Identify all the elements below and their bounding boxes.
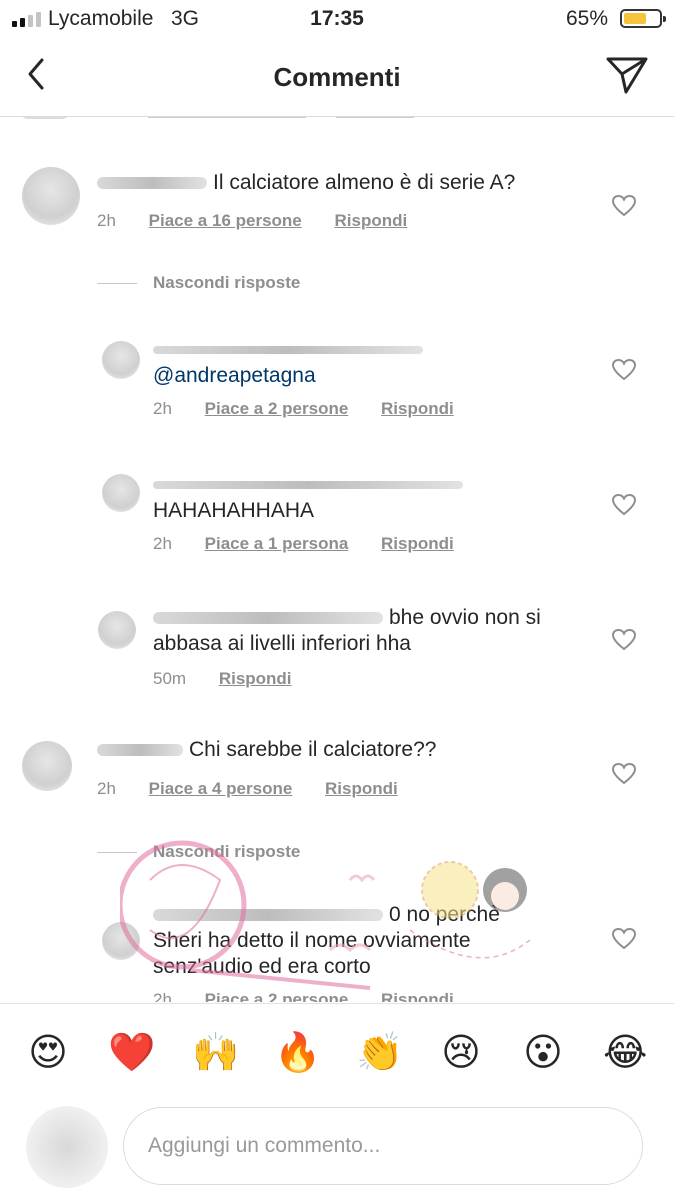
previous-comment-remnant — [0, 117, 674, 123]
emoji-surprised-button[interactable]: 😮 — [521, 1030, 565, 1074]
avatar[interactable] — [98, 611, 136, 649]
avatar[interactable] — [102, 474, 140, 512]
comment-input[interactable]: Aggiungi un commento... — [123, 1107, 643, 1185]
avatar[interactable] — [22, 167, 80, 225]
username-redacted — [153, 612, 383, 625]
reply-button[interactable]: Rispondi — [219, 669, 292, 688]
comment-text: Chi sarebbe il calciatore?? — [97, 737, 436, 763]
reply-button[interactable]: Rispondi — [381, 534, 454, 553]
my-avatar — [26, 1106, 108, 1188]
heart-icon[interactable] — [612, 629, 636, 651]
emoji-raised-hands-button[interactable]: 🙌 — [192, 1030, 239, 1074]
comment-text: HAHAHAHHAHA — [153, 472, 469, 524]
emoji-heart-eyes-button[interactable]: 😍 — [26, 1030, 70, 1074]
hide-replies-button[interactable]: Nascondi risposte — [97, 273, 300, 293]
username-redacted — [97, 177, 207, 190]
battery-icon — [620, 9, 666, 28]
username-redacted — [153, 909, 383, 922]
emoji-clap-button[interactable]: 👏 — [356, 1030, 403, 1074]
comment-text: @andreapetagna — [153, 337, 429, 389]
comment-list[interactable]: Il calciatore almeno è di serie A? 2h Pi… — [0, 117, 674, 1002]
reply-button[interactable]: Rispondi — [334, 211, 407, 230]
likes-link[interactable]: Piace a 1 persona — [205, 534, 349, 553]
emoji-fire-button[interactable]: 🔥 — [274, 1030, 321, 1074]
emoji-reaction-bar: 😍 ❤️ 🙌 🔥 👏 😢 😮 😂 — [0, 1003, 674, 1099]
comment-meta: 2h Piace a 1 persona Rispondi — [153, 534, 454, 554]
likes-link[interactable]: Piace a 2 persone — [205, 399, 349, 418]
username-redacted — [97, 744, 183, 757]
emoji-crying-button[interactable]: 😢 — [439, 1030, 483, 1074]
comment-meta: 50m Rispondi — [153, 669, 292, 689]
comment-time: 2h — [153, 534, 172, 553]
comment-meta: 2h Piace a 2 persone Rispondi — [153, 990, 454, 1002]
comment-meta: 2h Piace a 2 persone Rispondi — [153, 399, 454, 419]
comment-time: 2h — [97, 779, 116, 798]
reply-button[interactable]: Rispondi — [325, 779, 398, 798]
username-redacted — [153, 481, 463, 490]
comment-text: bhe ovvio non si abbasa ai livelli infer… — [153, 606, 541, 655]
status-bar: Lycamobile 3G 17:35 65% — [0, 0, 674, 40]
emoji-heart-button[interactable]: ❤️ — [108, 1030, 155, 1074]
avatar[interactable] — [102, 922, 140, 960]
avatar[interactable] — [102, 341, 140, 379]
navigation-bar: Commenti — [0, 40, 674, 117]
username-redacted — [153, 346, 423, 355]
emoji-laughing-button[interactable]: 😂 — [603, 1030, 647, 1074]
comment-time: 2h — [153, 990, 172, 1002]
page-title: Commenti — [273, 62, 401, 92]
heart-icon[interactable] — [612, 494, 636, 516]
comment-time: 50m — [153, 669, 187, 688]
reply-button[interactable]: Rispondi — [381, 399, 454, 418]
comment-text: Il calciatore almeno è di serie A? — [97, 170, 515, 196]
heart-icon[interactable] — [612, 359, 636, 381]
comment-meta: 2h Piace a 4 persone Rispondi — [97, 779, 398, 799]
likes-link[interactable]: Piace a 4 persone — [149, 779, 293, 798]
likes-link[interactable]: Piace a 16 persone — [149, 211, 302, 230]
battery-percent: 65% — [565, 7, 608, 30]
heart-icon[interactable] — [612, 928, 636, 950]
comment-meta: 2h Piace a 16 persone Rispondi — [97, 211, 407, 231]
likes-link[interactable]: Piace a 2 persone — [205, 990, 349, 1002]
send-icon[interactable] — [604, 54, 650, 96]
comment-text: 0 no perchè Sheri ha detto il nome ovvia… — [153, 903, 500, 978]
hide-replies-button[interactable]: Nascondi risposte — [97, 842, 300, 862]
comment-time: 2h — [153, 399, 172, 418]
comment-time: 2h — [97, 211, 116, 230]
heart-icon[interactable] — [612, 195, 636, 217]
avatar[interactable] — [22, 741, 72, 791]
reply-button[interactable]: Rispondi — [381, 990, 454, 1002]
heart-icon[interactable] — [612, 763, 636, 785]
